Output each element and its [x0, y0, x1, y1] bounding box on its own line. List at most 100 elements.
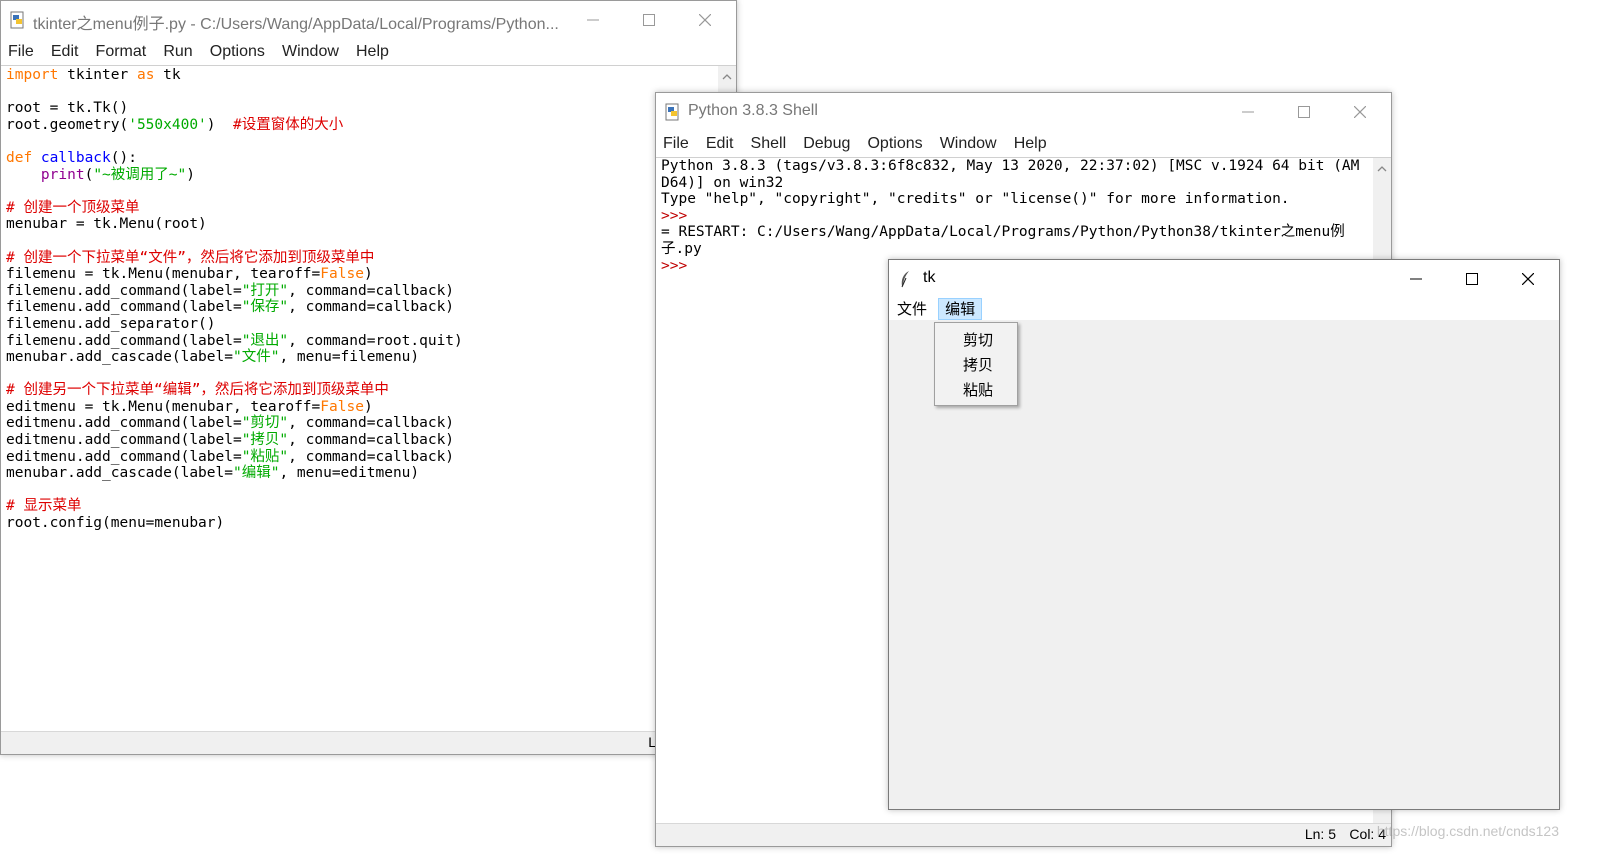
code-text: editmenu.add_command(label= [6, 448, 242, 465]
code-text: ) [186, 166, 195, 183]
shell-output[interactable]: Python 3.8.3 (tags/v3.8.3:6f8c832, May 1… [661, 158, 1359, 274]
code-keyword: as [136, 67, 155, 83]
minimize-icon [1242, 111, 1254, 113]
close-icon [1522, 273, 1534, 285]
code-text: menubar = tk.Menu(root) [6, 216, 207, 233]
menu-help[interactable]: Help [350, 39, 395, 65]
maximize-button[interactable] [1281, 93, 1327, 131]
editor-code-area[interactable]: import tkinter as tk root = tk.Tk() root… [6, 67, 463, 532]
menu-edit[interactable]: Edit [45, 39, 85, 65]
tk-dropdown-menu: 剪切 拷贝 粘贴 [934, 322, 1018, 406]
minimize-button[interactable] [570, 1, 616, 39]
close-button[interactable] [1505, 260, 1551, 298]
scroll-up-icon[interactable] [718, 68, 736, 86]
maximize-button[interactable] [626, 1, 672, 39]
code-keyword: def [6, 149, 33, 166]
close-icon [1354, 106, 1366, 118]
editor-titlebar[interactable]: tkinter之menu例子.py - C:/Users/Wang/AppDat… [1, 1, 736, 39]
code-keyword: False [320, 266, 364, 283]
code-text: editmenu.add_command(label= [6, 415, 242, 432]
minimize-button[interactable] [1225, 93, 1271, 131]
menu-window[interactable]: Window [934, 131, 1003, 157]
code-text: editmenu.add_command(label= [6, 432, 242, 449]
dropdown-item-cut[interactable]: 剪切 [963, 329, 993, 351]
code-def-name: callback [32, 149, 111, 166]
shell-title: Python 3.8.3 Shell [688, 102, 818, 119]
shell-line: Type "help", "copyright", "credits" or "… [661, 191, 1290, 208]
editor-window: tkinter之menu例子.py - C:/Users/Wang/AppDat… [0, 0, 737, 755]
code-text: , command=callback) [288, 448, 455, 465]
menu-debug[interactable]: Debug [797, 131, 856, 157]
code-text: filemenu.add_command(label= [6, 332, 242, 349]
code-string: "剪切" [241, 415, 289, 432]
code-text: editmenu = tk.Menu(menubar, tearoff= [6, 398, 321, 415]
maximize-icon [1298, 106, 1310, 118]
code-text: , command=callback) [288, 282, 455, 299]
code-text: menubar.add_cascade(label= [6, 349, 233, 366]
tk-titlebar[interactable]: tk [889, 260, 1559, 298]
maximize-button[interactable] [1449, 260, 1495, 298]
menu-window[interactable]: Window [276, 39, 345, 65]
code-text: tk [154, 67, 181, 83]
close-icon [699, 14, 711, 26]
tk-title: tk [923, 269, 936, 286]
menu-run[interactable]: Run [157, 39, 198, 65]
close-button[interactable] [1337, 93, 1383, 131]
tk-menu-file[interactable]: 文件 [891, 298, 933, 320]
code-text: ) [363, 398, 373, 415]
tk-menu-edit[interactable]: 编辑 [938, 298, 983, 320]
code-text: ( [84, 166, 94, 183]
dropdown-item-paste[interactable]: 粘贴 [963, 379, 993, 401]
watermark: https://blog.csdn.net/cnds123 [1376, 823, 1559, 839]
editor-menubar: File Edit Format Run Options Window Help [1, 39, 736, 65]
shell-titlebar[interactable]: Python 3.8.3 Shell [656, 93, 1391, 131]
code-comment: # 创建一个下拉菜单“文件”，然后将它添加到顶级菜单中 [6, 249, 375, 266]
code-comment: #设置窗体的大小 [233, 116, 344, 133]
code-comment: # 创建一个顶级菜单 [6, 199, 140, 216]
menu-shell[interactable]: Shell [745, 131, 793, 157]
code-text: ) [206, 116, 233, 133]
code-text: filemenu.add_command(label= [6, 299, 242, 316]
scroll-up-icon[interactable] [1373, 160, 1391, 178]
menu-help[interactable]: Help [1008, 131, 1053, 157]
code-text: menubar.add_cascade(label= [6, 465, 233, 482]
code-text: , menu=editmenu) [279, 465, 420, 482]
close-button[interactable] [682, 1, 728, 39]
shell-menubar: File Edit Shell Debug Options Window Hel… [656, 131, 1391, 157]
code-builtin: print [40, 166, 85, 183]
shell-restart-line: 子.py [661, 240, 702, 257]
code-text: root.geometry( [6, 116, 129, 133]
code-text: , command=callback) [288, 432, 455, 449]
minimize-icon [587, 19, 599, 21]
code-text: root.config(menu=menubar) [6, 515, 225, 532]
code-text: , menu=filemenu) [279, 349, 420, 366]
python-shell-icon [665, 103, 679, 121]
shell-statusbar: Ln: 5 Col: 4 [656, 823, 1391, 846]
code-text: (): [110, 149, 137, 166]
code-text: ) [363, 266, 373, 283]
menu-file[interactable]: File [1, 39, 40, 65]
code-string: "打开" [241, 282, 289, 299]
code-text: tkinter [58, 67, 137, 83]
code-string: "文件" [232, 349, 280, 366]
maximize-icon [1466, 273, 1478, 285]
code-string: "拷贝" [241, 432, 289, 449]
code-text: root = tk.Tk() [6, 100, 129, 117]
menu-edit[interactable]: Edit [700, 131, 740, 157]
feather-icon [901, 271, 909, 288]
shell-line: Python 3.8.3 (tags/v3.8.3:6f8c832, May 1… [661, 158, 1360, 174]
menu-options[interactable]: Options [861, 131, 928, 157]
menu-file[interactable]: File [656, 131, 695, 157]
minimize-button[interactable] [1393, 260, 1439, 298]
code-comment: # 显示菜单 [6, 498, 82, 515]
code-string: "编辑" [232, 465, 280, 482]
python-file-icon [10, 11, 24, 29]
minimize-icon [1410, 278, 1422, 280]
menu-options[interactable]: Options [204, 39, 271, 65]
dropdown-item-copy[interactable]: 拷贝 [963, 354, 993, 376]
menu-format[interactable]: Format [90, 39, 153, 65]
editor-statusbar: L [1, 731, 736, 754]
code-text: , command=root.quit) [288, 332, 463, 349]
status-line: Ln: 5 [1304, 826, 1336, 842]
code-keyword: import [6, 67, 59, 83]
